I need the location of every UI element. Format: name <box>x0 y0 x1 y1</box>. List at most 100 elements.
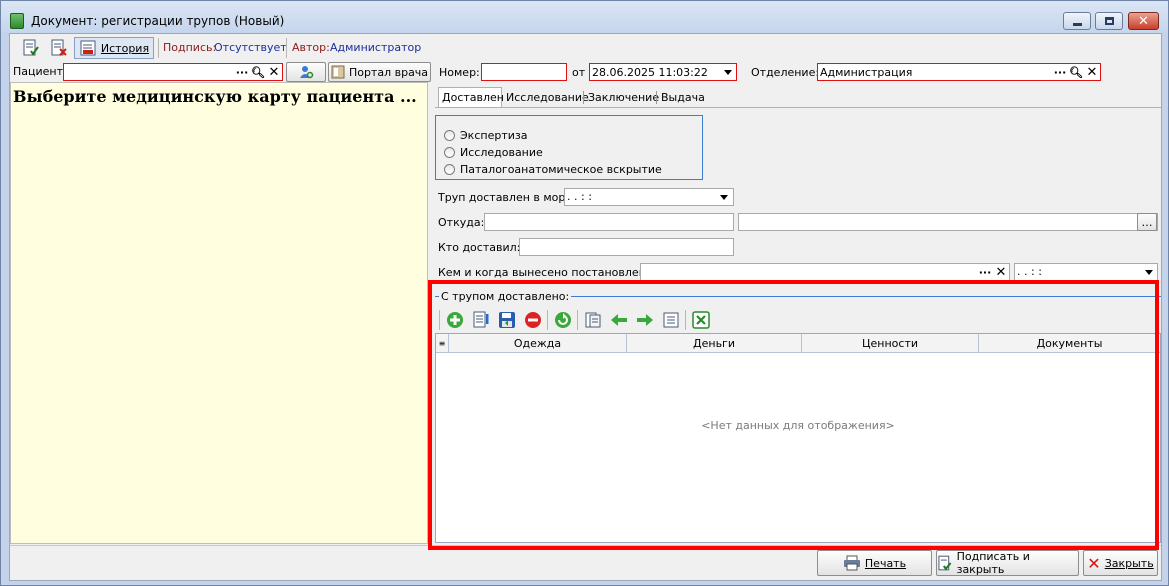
toolbar-separator <box>685 310 686 330</box>
search-icon: 🔍︎ <box>1069 65 1083 79</box>
radio-button <box>444 130 455 141</box>
delivered-date-value: . . : : <box>567 190 592 203</box>
department-field[interactable]: Администрация ··· 🔍︎ ✕ <box>817 63 1101 81</box>
signature-label: Подпись: <box>163 41 217 54</box>
chevron-down-icon[interactable] <box>724 70 732 75</box>
add-icon <box>447 312 463 328</box>
delete-item-button[interactable] <box>523 310 543 330</box>
export-excel-button[interactable] <box>691 310 711 330</box>
delivered-items-group: С трупом доставлено: ≡ Одежда Деньги Цен… <box>435 290 1161 545</box>
close-icon: ✕ <box>995 264 1007 280</box>
who-field[interactable] <box>519 238 734 256</box>
tab-separator <box>656 91 657 104</box>
portal-icon <box>331 65 345 79</box>
patient-search-button[interactable]: 🔍︎ <box>250 64 266 80</box>
chevron-down-icon[interactable] <box>1145 270 1153 275</box>
patient-user-button[interactable] <box>286 62 326 82</box>
department-label: Отделение: <box>751 66 820 79</box>
refresh-button[interactable] <box>553 310 573 330</box>
window-title: Документ: регистрации трупов (Новый) <box>31 14 285 28</box>
select-card-prompt: Выберите медицинскую карту пациента ... <box>13 87 417 106</box>
minimize-button[interactable] <box>1063 12 1091 30</box>
tab-delivered[interactable]: Доставлен <box>438 87 504 107</box>
maximize-button[interactable] <box>1095 12 1123 30</box>
arrow-right-icon <box>637 314 653 326</box>
history-button[interactable]: История <box>74 37 154 59</box>
sign-document-button[interactable] <box>20 37 42 59</box>
close-icon: ✕ <box>1138 13 1149 29</box>
refresh-icon <box>555 312 571 328</box>
toolbar-separator <box>439 310 440 330</box>
department-clear-button[interactable]: ✕ <box>1084 64 1100 80</box>
decree-date-field[interactable]: . . : : <box>1014 263 1158 281</box>
copy-item-button[interactable] <box>583 310 603 330</box>
toolbar-separator <box>547 310 548 330</box>
radio-label: Паталогоанатомическое вскрытие <box>460 163 662 176</box>
type-radio-group: Экспертиза Исследование Паталогоанатомич… <box>435 115 703 180</box>
author-label: Автор: <box>292 41 330 54</box>
copy-document-icon <box>585 312 601 328</box>
column-header-valuables[interactable]: Ценности <box>802 334 979 352</box>
columns-button[interactable] <box>661 310 681 330</box>
print-label: Печать <box>864 556 907 570</box>
from-field[interactable] <box>484 213 734 231</box>
radio-button <box>444 147 455 158</box>
portal-button[interactable]: Портал врача <box>328 62 431 82</box>
document-window: Документ: регистрации трупов (Новый) ✕ И… <box>0 0 1169 586</box>
radio-research[interactable]: Исследование <box>444 144 543 161</box>
department-browse-button[interactable]: ··· <box>1052 64 1068 80</box>
from-label: Откуда: <box>438 216 485 229</box>
delivered-date-field[interactable]: . . : : <box>564 188 734 206</box>
column-header-money[interactable]: Деньги <box>627 334 802 352</box>
patient-clear-button[interactable]: ✕ <box>266 64 282 80</box>
decree-label: Кем и когда вынесено постановление: <box>438 266 664 279</box>
history-label: История <box>100 41 150 55</box>
add-item-button[interactable] <box>445 310 465 330</box>
close-window-button[interactable]: ✕ <box>1128 12 1159 30</box>
close-icon: ✕ <box>268 64 280 80</box>
radio-button <box>444 164 455 175</box>
tab-research[interactable]: Исследование <box>503 87 592 107</box>
patient-field[interactable]: ··· 🔍︎ ✕ <box>63 63 283 81</box>
items-toolbar <box>437 308 1157 332</box>
department-search-button[interactable]: 🔍︎ <box>1068 64 1084 80</box>
sign-document-icon <box>938 555 952 571</box>
column-header-documents[interactable]: Документы <box>979 334 1160 352</box>
items-grid-header: ≡ Одежда Деньги Ценности Документы <box>436 334 1160 353</box>
radio-label: Исследование <box>460 146 543 159</box>
close-button[interactable]: ✕ Закрыть <box>1083 550 1158 576</box>
who-label: Кто доставил: <box>438 241 521 254</box>
column-header-clothes[interactable]: Одежда <box>449 334 627 352</box>
row-selector-header[interactable]: ≡ <box>436 334 449 352</box>
decree-clear-button[interactable]: ✕ <box>993 264 1009 280</box>
from-browse-button[interactable]: … <box>1137 213 1157 231</box>
move-right-button[interactable] <box>635 310 655 330</box>
tab-strip: Доставлен Исследование Заключение Выдача <box>435 86 1161 108</box>
radio-autopsy[interactable]: Паталогоанатомическое вскрытие <box>444 161 662 178</box>
edit-document-icon <box>473 311 489 328</box>
save-item-button[interactable] <box>497 310 517 330</box>
decree-browse-button[interactable]: ··· <box>977 264 993 280</box>
excel-icon <box>692 311 710 329</box>
delivered-label: Труп доставлен в морг: <box>438 191 575 204</box>
decree-field[interactable]: ··· ✕ <box>640 263 1010 281</box>
print-button[interactable]: Печать <box>817 550 932 576</box>
date-field[interactable]: 28.06.2025 11:03:22 <box>589 63 737 81</box>
close-icon: ✕ <box>1086 64 1098 80</box>
patient-browse-button[interactable]: ··· <box>234 64 250 80</box>
toolbar-separator <box>286 38 287 58</box>
tab-issue[interactable]: Выдача <box>658 87 708 107</box>
from-field-secondary[interactable]: … <box>738 213 1158 231</box>
sign-and-close-button[interactable]: Подписать и закрыть <box>936 550 1079 576</box>
tab-conclusion[interactable]: Заключение <box>585 87 662 107</box>
ellipsis-icon: … <box>1141 215 1153 229</box>
move-left-button[interactable] <box>609 310 629 330</box>
edit-item-button[interactable] <box>471 310 491 330</box>
printer-icon <box>843 555 860 571</box>
chevron-down-icon[interactable] <box>720 195 728 200</box>
radio-expertise[interactable]: Экспертиза <box>444 127 527 144</box>
close-label: Закрыть <box>1104 556 1154 570</box>
radio-label: Экспертиза <box>460 129 528 142</box>
unsign-document-button[interactable] <box>48 37 70 59</box>
number-field[interactable] <box>481 63 567 81</box>
